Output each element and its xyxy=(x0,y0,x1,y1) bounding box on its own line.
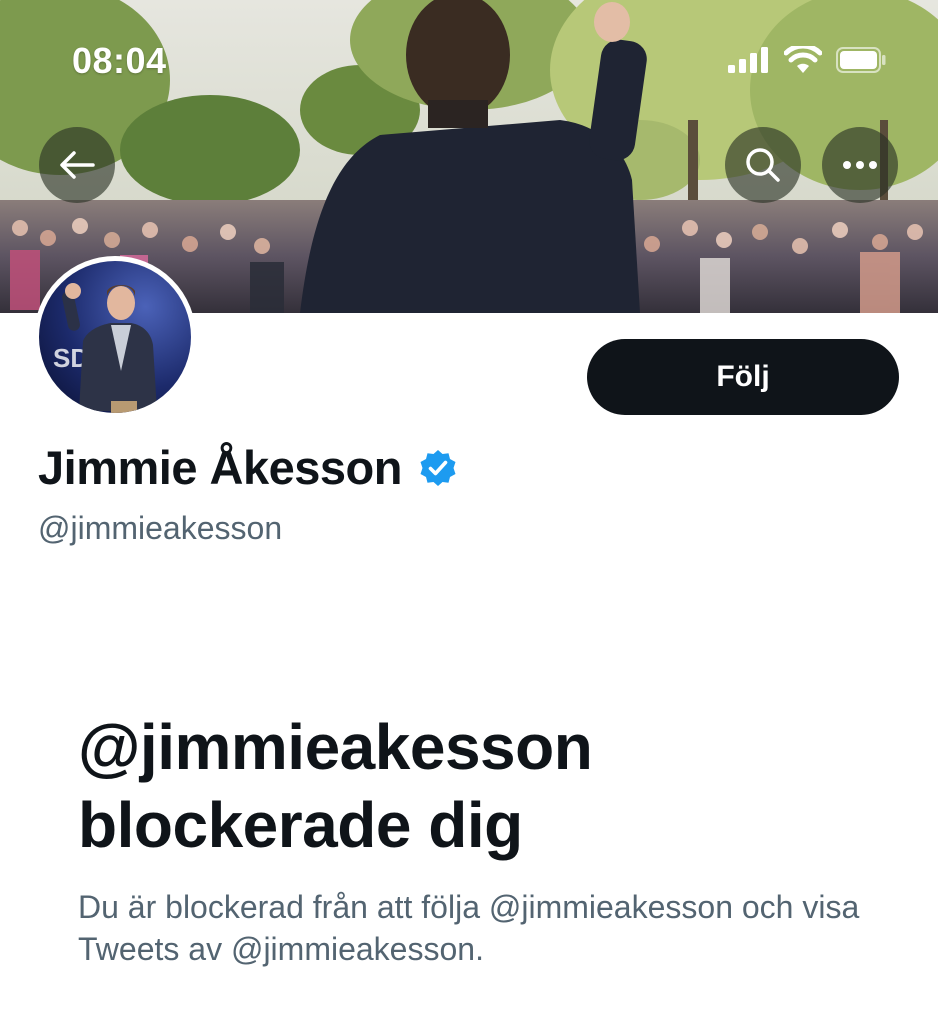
more-button[interactable] xyxy=(822,127,898,203)
status-bar: 08:04 xyxy=(0,0,938,120)
search-icon xyxy=(746,148,780,182)
avatar-photo: SD xyxy=(39,261,191,413)
display-name: Jimmie Åkesson xyxy=(38,441,402,494)
follow-button[interactable]: Följ xyxy=(587,339,899,415)
more-icon xyxy=(843,161,877,169)
search-button[interactable] xyxy=(725,127,801,203)
back-arrow-icon xyxy=(60,151,95,179)
status-time: 08:04 xyxy=(72,40,167,81)
cellular-signal-icon xyxy=(728,47,768,73)
profile-name-row: Jimmie Åkesson xyxy=(38,440,458,495)
back-button[interactable] xyxy=(39,127,115,203)
avatar[interactable]: SD xyxy=(34,256,196,418)
status-icons xyxy=(728,44,886,76)
wifi-icon xyxy=(784,46,822,73)
profile-handle: @jimmieakesson xyxy=(38,510,283,546)
blocked-description: Du är blockerad från att följa @jimmieak… xyxy=(78,889,860,967)
battery-icon xyxy=(836,47,886,73)
blocked-title: @jimmieakesson blockerade dig xyxy=(78,711,593,861)
verified-badge-icon xyxy=(420,449,456,486)
